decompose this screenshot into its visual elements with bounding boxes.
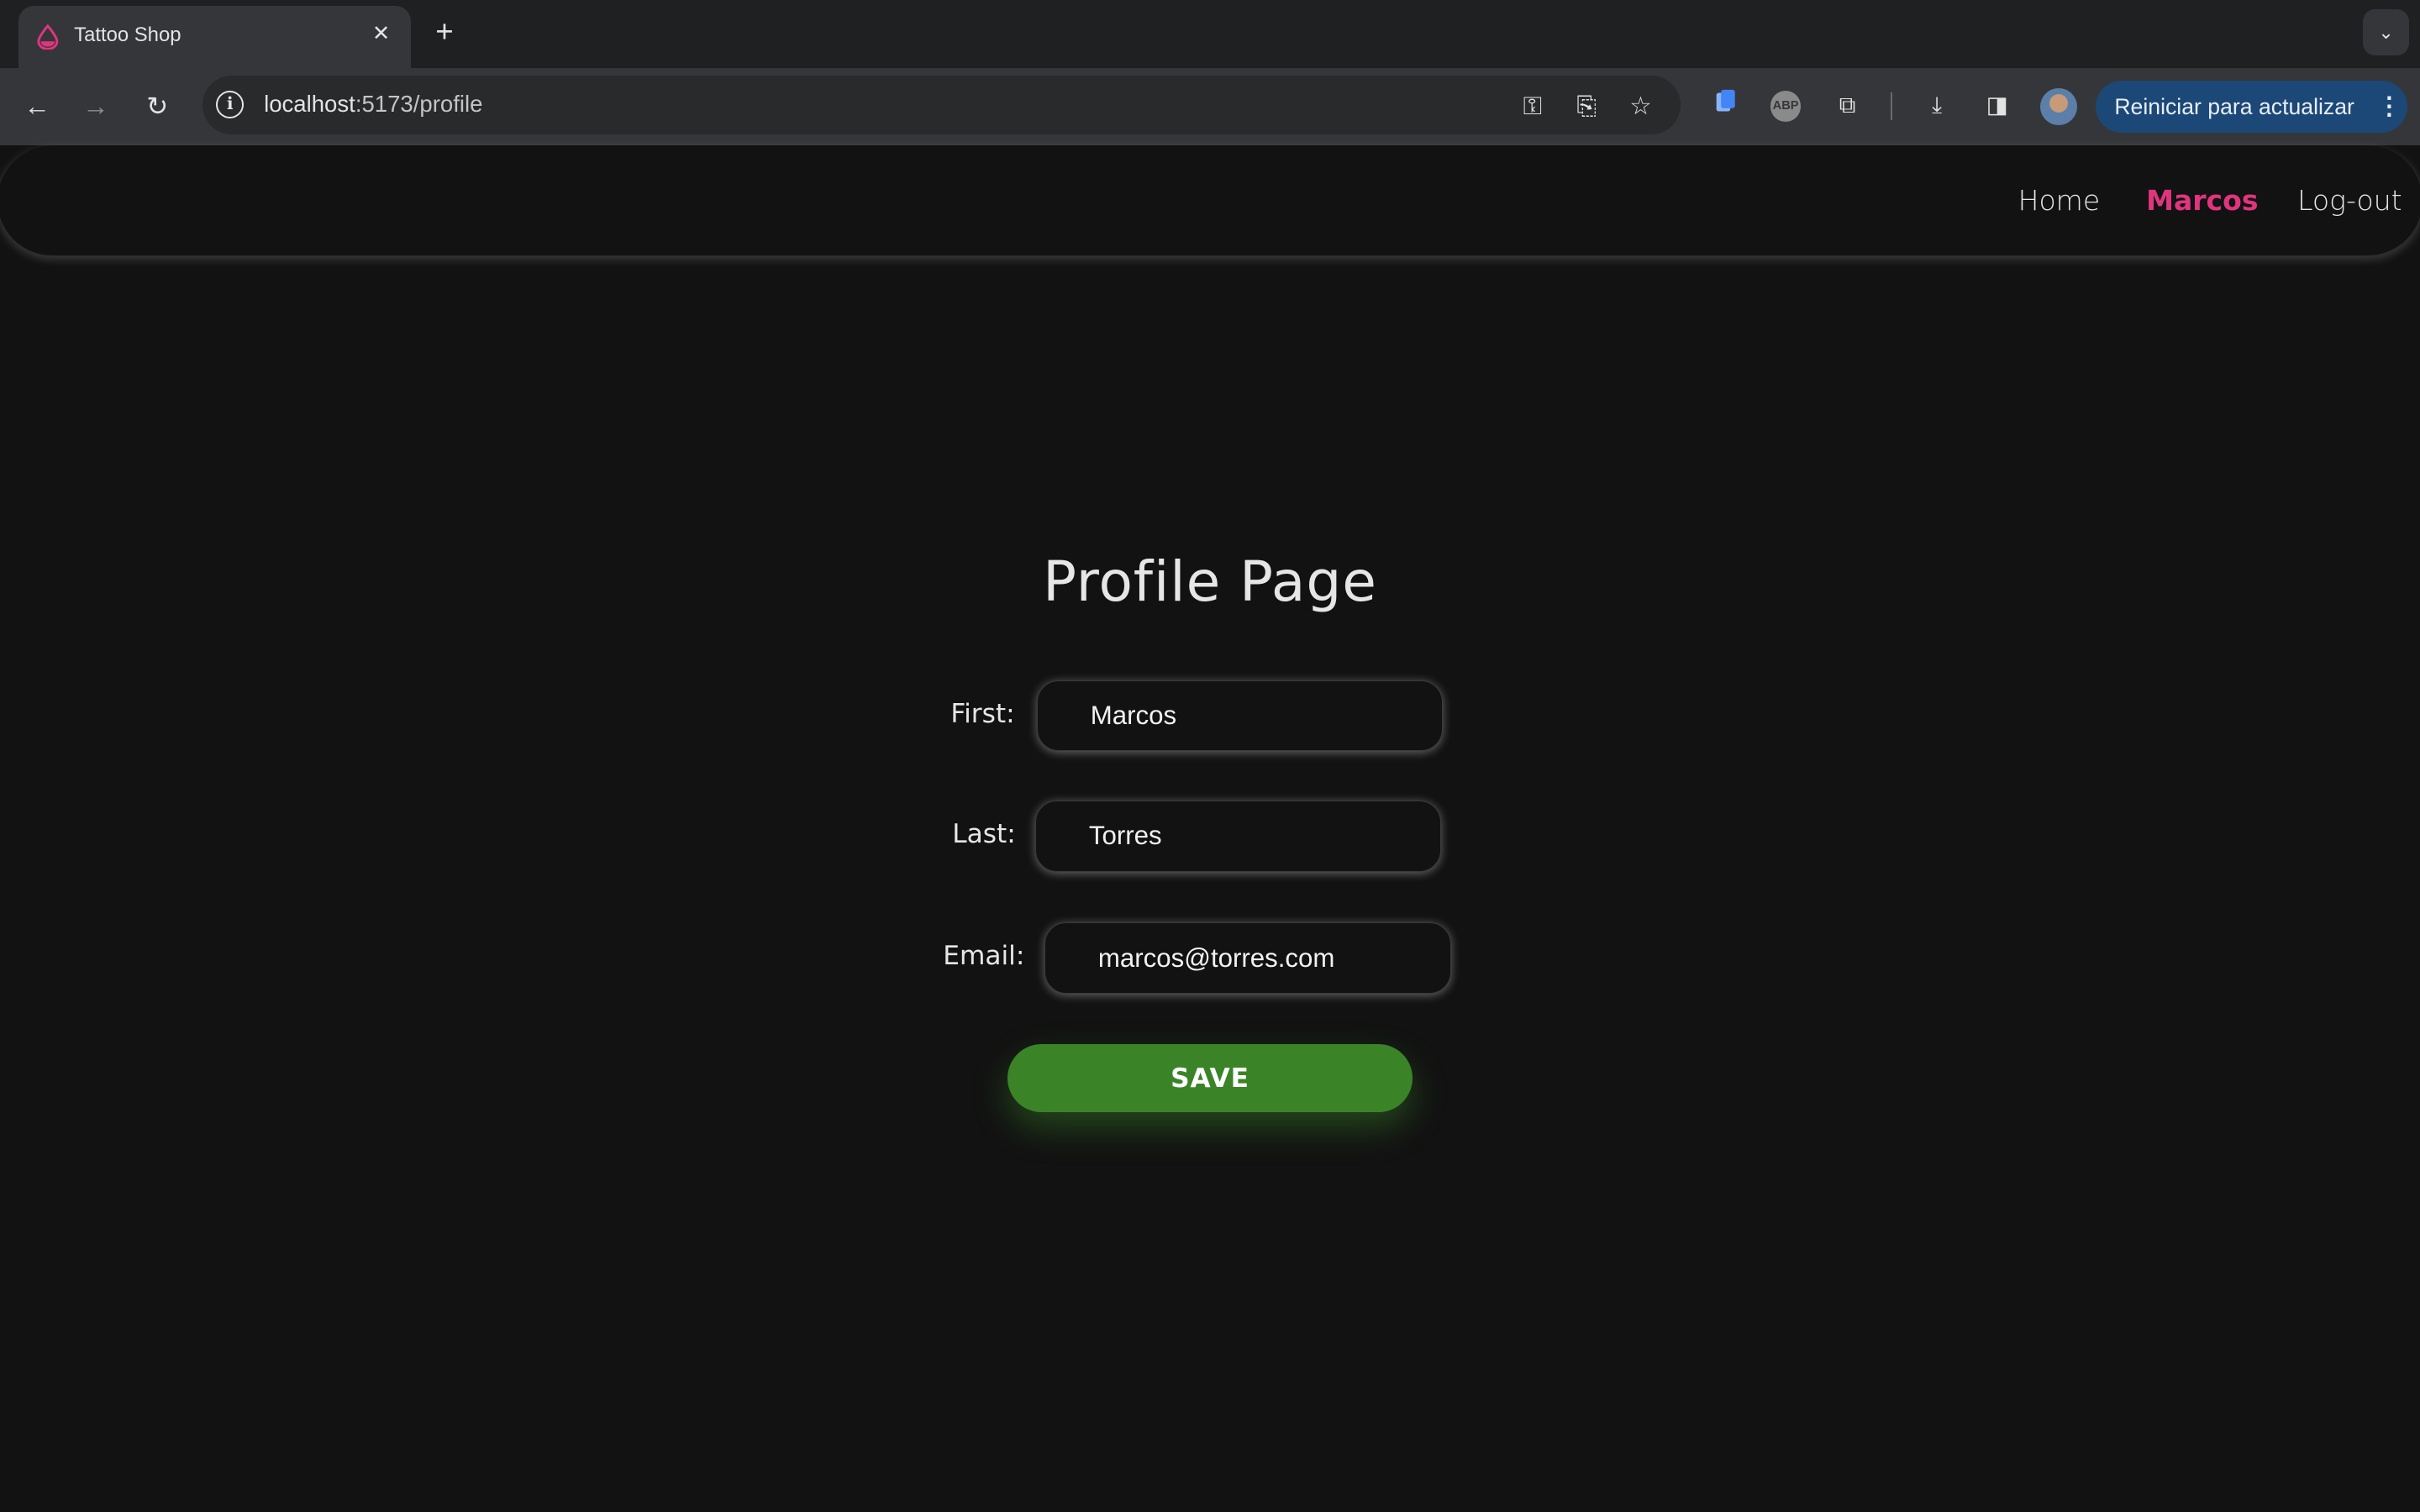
- last-name-label: Last:: [952, 819, 1016, 850]
- tab-close-icon[interactable]: ✕: [367, 20, 395, 48]
- url-host: localhost: [264, 91, 355, 118]
- nav-logout-link[interactable]: Log-out: [2297, 184, 2402, 217]
- email-label: Email:: [943, 941, 1025, 972]
- url-text[interactable]: localhost:5173/profile: [264, 91, 482, 118]
- new-tab-icon[interactable]: +: [428, 15, 461, 49]
- save-button[interactable]: SAVE: [1007, 1044, 1413, 1113]
- forward-arrow-icon[interactable]: →: [77, 88, 114, 125]
- url-path: :5173/profile: [355, 91, 483, 118]
- last-name-input[interactable]: [1035, 801, 1442, 872]
- email-input[interactable]: [1044, 922, 1451, 994]
- app-navbar: Home Marcos Log-out: [0, 144, 2420, 256]
- toolbar-divider: [1891, 92, 1892, 121]
- reload-icon[interactable]: ↻: [139, 88, 176, 125]
- address-bar[interactable]: i localhost:5173/profile ⚿ ⎘ ☆: [202, 75, 1681, 134]
- back-arrow-icon[interactable]: ←: [18, 88, 55, 125]
- nav-user-link[interactable]: Marcos: [2146, 184, 2258, 217]
- kebab-menu-icon[interactable]: ⋮: [2377, 90, 2402, 123]
- bookmark-star-icon[interactable]: ☆: [1623, 90, 1657, 123]
- side-panel-icon[interactable]: ◨: [1981, 88, 2014, 122]
- browser-tab[interactable]: Tattoo Shop ✕: [18, 6, 411, 68]
- tattoo-drop-icon: [37, 24, 59, 50]
- download-icon[interactable]: ⤓: [1920, 88, 1954, 122]
- update-button[interactable]: Reiniciar para actualizar ⋮: [2096, 80, 2408, 133]
- site-info-icon[interactable]: i: [216, 91, 245, 119]
- tab-search-chevron-icon[interactable]: ⌄: [2363, 9, 2410, 56]
- translate-icon[interactable]: ⎘: [1570, 90, 1603, 123]
- update-button-label: Reiniciar para actualizar: [2114, 94, 2354, 120]
- tab-title: Tattoo Shop: [74, 23, 182, 46]
- extension-docs-icon[interactable]: [1708, 88, 1742, 122]
- browser-tab-strip: Tattoo Shop ✕ + ⌄: [0, 0, 2420, 68]
- first-name-label: First:: [950, 699, 1015, 730]
- profile-avatar[interactable]: [2040, 87, 2078, 125]
- first-name-input[interactable]: [1037, 680, 1444, 752]
- page-title: Profile Page: [1043, 549, 1377, 614]
- password-key-icon[interactable]: ⚿: [1516, 90, 1549, 123]
- extensions-puzzle-icon[interactable]: ⧉: [1830, 88, 1864, 122]
- nav-home-link[interactable]: Home: [2018, 184, 2101, 217]
